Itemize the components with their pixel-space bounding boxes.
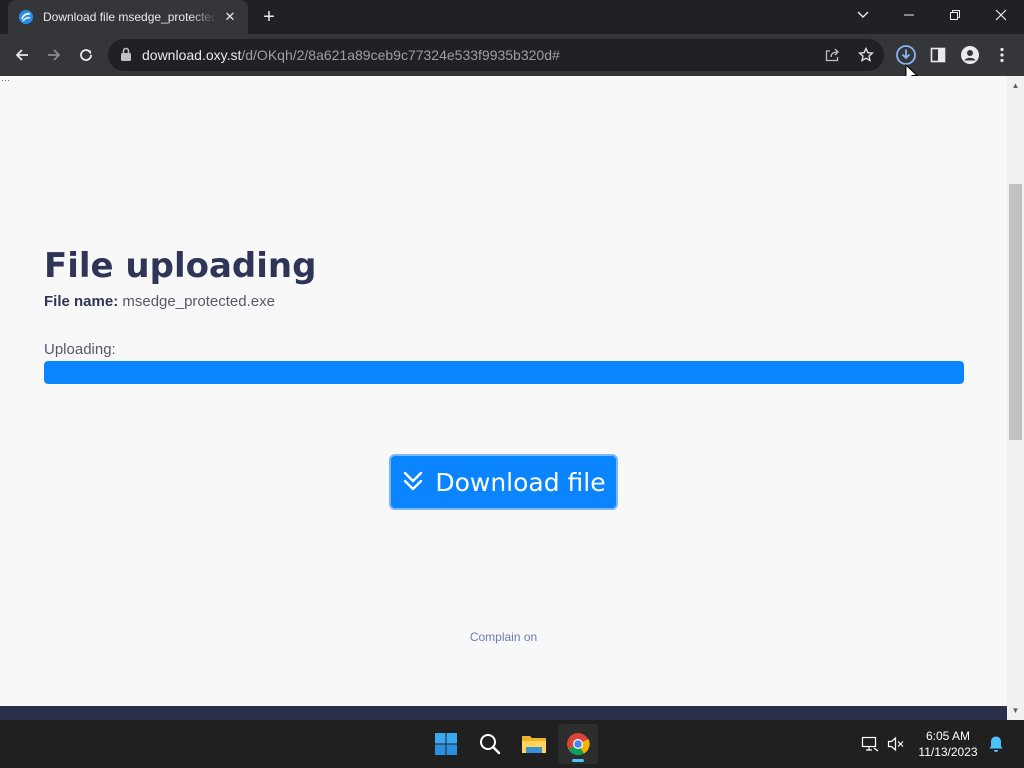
clock-time: 6:05 AM bbox=[925, 729, 971, 743]
double-chevron-down-icon bbox=[404, 471, 423, 491]
minimize-icon[interactable] bbox=[886, 0, 932, 30]
url-host: download.oxy.st bbox=[142, 47, 242, 63]
file-name-value: msedge_protected.exe bbox=[122, 293, 275, 310]
page-footer bbox=[0, 706, 1007, 720]
tab-strip: Download file msedge_protected.exe ✕ + bbox=[0, 0, 1024, 34]
clock-date: 11/13/2023 bbox=[918, 745, 978, 759]
forward-icon[interactable] bbox=[40, 41, 68, 69]
tab-close-icon[interactable]: ✕ bbox=[222, 9, 238, 25]
bookmark-star-icon[interactable] bbox=[856, 45, 876, 65]
file-explorer-icon[interactable] bbox=[514, 724, 554, 764]
page-viewport: ··· File uploading File name: msedge_pro… bbox=[0, 76, 1024, 720]
reload-icon[interactable] bbox=[72, 41, 100, 69]
file-name-row: File name: msedge_protected.exe bbox=[44, 293, 275, 310]
tab-title: Download file msedge_protected.exe bbox=[43, 10, 216, 24]
lock-icon[interactable] bbox=[120, 47, 132, 61]
browser-toolbar: download.oxy.st/d/OKqh/2/8a621a89ceb9c77… bbox=[0, 34, 1024, 84]
browser-tab[interactable]: Download file msedge_protected.exe ✕ bbox=[8, 0, 248, 34]
new-tab-button[interactable]: + bbox=[258, 6, 280, 28]
page-dots: ··· bbox=[1, 76, 10, 85]
side-panel-icon[interactable] bbox=[924, 41, 952, 69]
scroll-down-arrow-icon[interactable]: ▼ bbox=[1007, 704, 1024, 718]
download-file-label: Download file bbox=[435, 467, 606, 497]
scrollbar-thumb[interactable] bbox=[1009, 184, 1022, 440]
active-app-indicator bbox=[572, 759, 584, 762]
back-icon[interactable] bbox=[8, 41, 36, 69]
tab-search-icon[interactable] bbox=[840, 0, 886, 30]
start-icon[interactable] bbox=[426, 724, 466, 764]
url-text[interactable]: download.oxy.st/d/OKqh/2/8a621a89ceb9c77… bbox=[142, 39, 560, 71]
address-bar[interactable]: download.oxy.st/d/OKqh/2/8a621a89ceb9c77… bbox=[108, 39, 884, 71]
search-icon[interactable] bbox=[470, 724, 510, 764]
uploading-label: Uploading: bbox=[44, 341, 116, 358]
volume-muted-icon[interactable] bbox=[886, 734, 906, 754]
upload-progress-fill bbox=[44, 361, 964, 384]
vertical-scrollbar[interactable]: ▲ ▼ bbox=[1007, 76, 1024, 720]
menu-icon[interactable] bbox=[988, 41, 1016, 69]
notification-bell-icon[interactable] bbox=[986, 734, 1006, 754]
complain-link[interactable]: Complain on bbox=[0, 630, 1007, 644]
close-window-icon[interactable] bbox=[978, 0, 1024, 30]
system-clock[interactable]: 6:05 AM 11/13/2023 bbox=[912, 728, 984, 760]
file-name-label: File name: bbox=[44, 293, 119, 310]
restore-icon[interactable] bbox=[932, 0, 978, 30]
profile-icon[interactable] bbox=[956, 41, 984, 69]
url-path: /d/OKqh/2/8a621a89ceb9c77324e533f9935b32… bbox=[241, 47, 560, 63]
share-icon[interactable] bbox=[822, 45, 842, 65]
network-icon[interactable] bbox=[860, 734, 880, 754]
upload-progress-bar bbox=[44, 361, 964, 384]
chrome-icon[interactable] bbox=[558, 724, 598, 764]
scroll-up-arrow-icon[interactable]: ▲ bbox=[1007, 79, 1024, 93]
site-favicon-icon bbox=[19, 10, 33, 24]
page-title: File uploading bbox=[44, 246, 317, 286]
taskbar: 6:05 AM 11/13/2023 bbox=[0, 720, 1024, 768]
download-file-button[interactable]: Download file bbox=[389, 454, 618, 510]
